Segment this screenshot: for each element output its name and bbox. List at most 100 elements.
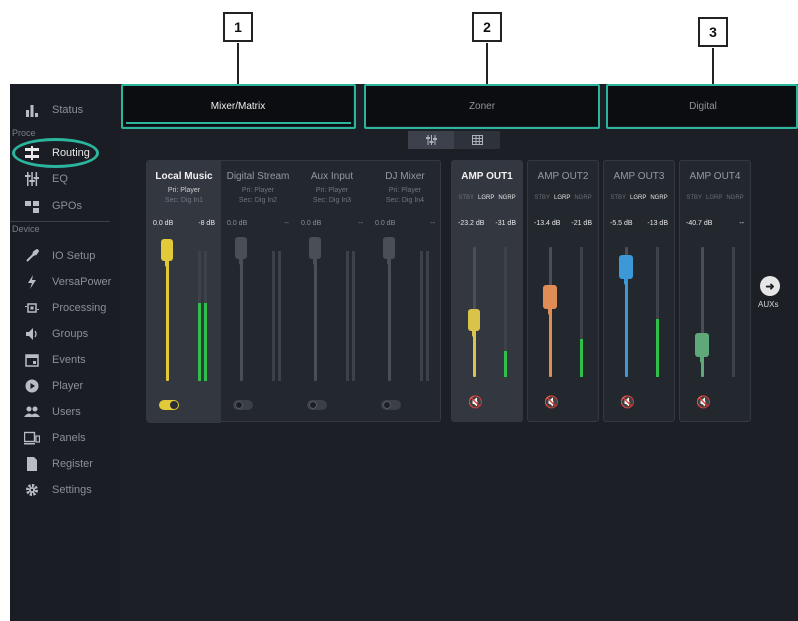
sidebar-item-users[interactable]: Users — [10, 400, 120, 424]
output-db-row: -5.5 dB -13 dB — [610, 220, 668, 227]
speaker-icon — [24, 326, 40, 342]
sidebar-item-label: Status — [52, 104, 84, 116]
input-strip-secondary: Sec: Dig In3 — [312, 197, 352, 204]
sidebar-item-panels[interactable]: Panels — [10, 426, 120, 450]
input-fader-knob[interactable] — [309, 237, 321, 265]
input-meter-db: -8 dB — [198, 220, 215, 227]
sidebar-item-events[interactable]: Events — [10, 348, 120, 372]
sidebar-item-processing[interactable]: Processing — [10, 296, 120, 320]
sidebar-item-label: Player — [52, 380, 84, 392]
input-meter-db: -- — [284, 220, 289, 227]
auxs-arrow-icon[interactable]: ➜ — [760, 276, 780, 296]
input-enable-toggle[interactable] — [159, 400, 179, 410]
tab-highlight-3 — [606, 84, 798, 129]
input-meter-left — [272, 251, 275, 381]
input-fader-knob[interactable] — [235, 237, 247, 265]
sidebar-section-processing: Proce — [12, 128, 36, 138]
group-ngrp: NGRP — [726, 195, 744, 201]
sidebar-item-label: Panels — [52, 432, 86, 444]
group-stby: STBY — [610, 195, 626, 201]
output-fader-knob[interactable] — [619, 255, 633, 285]
gpo-icon — [24, 198, 40, 214]
group-ngrp: NGRP — [498, 195, 516, 201]
mute-icon[interactable]: 🔇 — [544, 395, 559, 409]
input-strip-secondary: Sec: Dig In4 — [385, 197, 425, 204]
bar-chart-icon — [24, 102, 40, 118]
sidebar-section-device: Device — [12, 224, 40, 234]
output-group-row: STBY LGRP NGRP — [452, 195, 522, 201]
group-stby: STBY — [534, 195, 550, 201]
sidebar-item-settings[interactable]: Settings — [10, 478, 120, 502]
tab-highlight-1 — [121, 84, 356, 129]
output-db-row: -23.2 dB -31 dB — [458, 220, 516, 227]
output-group-row: STBY LGRP NGRP — [604, 195, 674, 201]
sidebar-item-versapower[interactable]: VersaPower — [10, 270, 120, 294]
input-fader-knob[interactable] — [383, 237, 395, 265]
sidebar-item-groups[interactable]: Groups — [10, 322, 120, 346]
input-enable-toggle[interactable] — [307, 400, 327, 410]
output-strip-name: AMP OUT3 — [613, 171, 665, 182]
output-db-row: -40.7 dB -- — [686, 220, 744, 227]
output-fader-knob[interactable] — [695, 333, 709, 363]
group-lgrp: LGRP — [477, 195, 495, 201]
view-toggle — [408, 131, 500, 149]
input-strip-digital-stream[interactable]: Digital Stream Pri: Player Sec: Dig In2 … — [221, 161, 295, 423]
mute-icon[interactable]: 🔇 — [620, 395, 635, 409]
input-fader-db: 0.0 dB — [153, 220, 174, 227]
sidebar-item-player[interactable]: Player — [10, 374, 120, 398]
output-strip-amp-out4[interactable]: AMP OUT4 STBY LGRP NGRP -40.7 dB -- 🔇 — [679, 160, 751, 422]
output-meter-db: -13 dB — [647, 220, 668, 227]
sidebar-item-gpos[interactable]: GPOs — [10, 194, 120, 218]
sidebar-item-register[interactable]: Register — [10, 452, 120, 476]
output-fader-db: -5.5 dB — [610, 220, 633, 227]
output-meter — [732, 247, 735, 377]
input-strip-name: Digital Stream — [226, 171, 290, 182]
input-enable-toggle[interactable] — [233, 400, 253, 410]
output-strip-amp-out2[interactable]: AMP OUT2 STBY LGRP NGRP -13.4 dB -21 dB … — [527, 160, 599, 422]
sidebar-item-label: Processing — [52, 302, 107, 314]
output-meter-db: -31 dB — [495, 220, 516, 227]
play-icon — [24, 378, 40, 394]
grid-view-icon[interactable] — [454, 131, 500, 149]
sidebar-item-status[interactable]: Status — [10, 98, 120, 122]
sidebar-item-eq[interactable]: EQ — [10, 167, 120, 191]
input-fader-knob[interactable] — [161, 239, 173, 267]
input-strip-db-row: 0.0 dB -8 dB — [153, 220, 215, 227]
output-group-row: STBY LGRP NGRP — [528, 195, 598, 201]
output-fader-knob[interactable] — [543, 285, 557, 315]
input-strip-aux-input[interactable]: Aux Input Pri: Player Sec: Dig In3 0.0 d… — [295, 161, 369, 423]
output-strip-amp-out1[interactable]: AMP OUT1 STBY LGRP NGRP -23.2 dB -31 dB … — [451, 160, 523, 422]
input-strip-primary: Pri: Player — [241, 187, 275, 194]
group-stby: STBY — [686, 195, 702, 201]
output-group-row: STBY LGRP NGRP — [680, 195, 750, 201]
input-strip-secondary: Sec: Dig In1 — [164, 197, 204, 204]
output-fader-knob[interactable] — [468, 309, 480, 337]
output-meter — [504, 247, 507, 377]
input-strip-primary: Pri: Player — [388, 187, 422, 194]
input-strip-name: Aux Input — [310, 171, 354, 182]
routing-highlight-ring — [12, 138, 99, 168]
screenshot-stage: 1 2 3 Proce Device Status Routing EQ GPO… — [0, 0, 798, 621]
input-meter-right — [204, 251, 207, 381]
sidebar-item-label: Groups — [52, 328, 89, 340]
group-lgrp: LGRP — [629, 195, 647, 201]
input-meter-right — [426, 251, 429, 381]
input-strip-dj-mixer[interactable]: DJ Mixer Pri: Player Sec: Dig In4 0.0 dB… — [369, 161, 441, 423]
mute-icon[interactable]: 🔇 — [468, 395, 483, 409]
input-enable-toggle[interactable] — [381, 400, 401, 410]
input-meter-left — [198, 251, 201, 381]
input-strip-local-music[interactable]: Local Music Pri: Player Sec: Dig In1 0.0… — [147, 161, 221, 423]
input-meter-right — [278, 251, 281, 381]
input-strip-db-row: 0.0 dB -- — [301, 220, 363, 227]
input-meter-db: -- — [358, 220, 363, 227]
sidebar-item-label: VersaPower — [52, 276, 112, 288]
sidebar-item-label: IO Setup — [52, 250, 96, 262]
mute-icon[interactable]: 🔇 — [696, 395, 711, 409]
group-stby: STBY — [458, 195, 474, 201]
sidebar-item-io-setup[interactable]: IO Setup — [10, 244, 120, 268]
output-strip-amp-out3[interactable]: AMP OUT3 STBY LGRP NGRP -5.5 dB -13 dB 🔇 — [603, 160, 675, 422]
gear-icon — [24, 482, 40, 498]
sidebar-item-label: Users — [52, 406, 81, 418]
mixer-view-icon[interactable] — [408, 131, 454, 149]
sidebar-item-label: Events — [52, 354, 86, 366]
